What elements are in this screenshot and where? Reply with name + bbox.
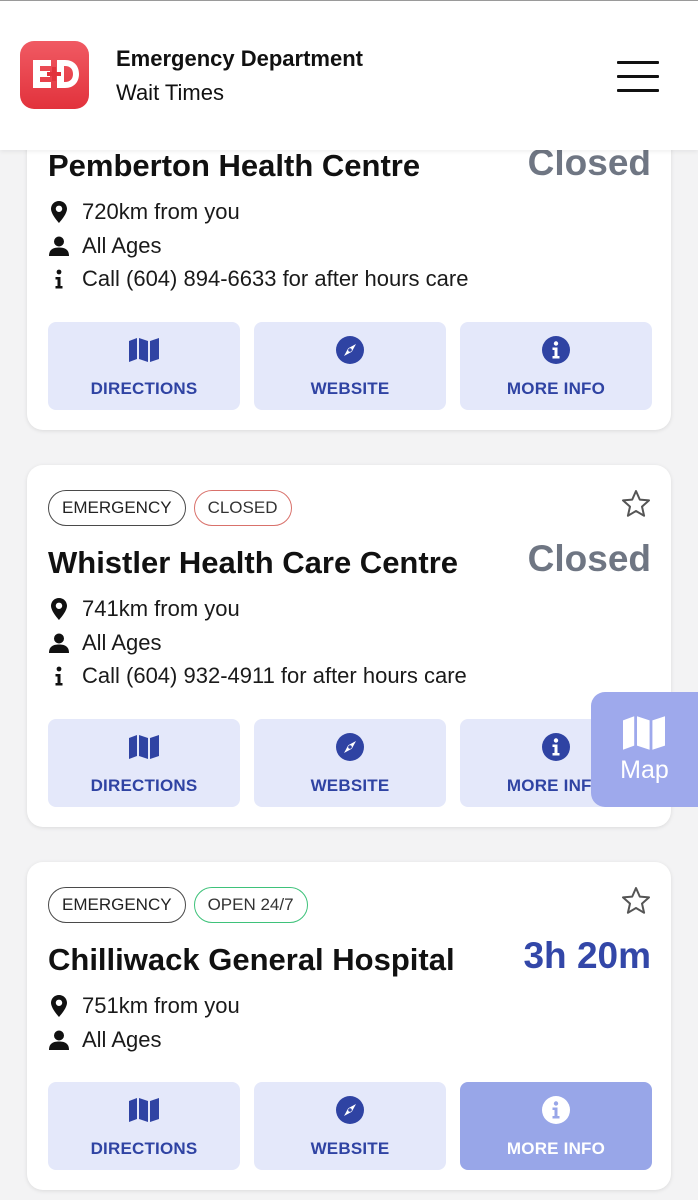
type-badge: EMERGENCY [48, 490, 186, 526]
hamburger-icon [617, 61, 659, 64]
compass-icon [335, 1096, 365, 1124]
website-label: WEBSITE [310, 1139, 390, 1158]
distance-text: 751km from you [82, 993, 240, 1018]
wait-status: Closed [527, 538, 651, 579]
person-icon [48, 1029, 70, 1051]
hospital-name: Chilliwack General Hospital [48, 942, 455, 977]
card-actions: DIRECTIONS WEBSITE MORE INFO [48, 719, 652, 807]
ages-text: All Ages [82, 233, 162, 258]
type-badge: EMERGENCY [48, 887, 186, 923]
directions-label: DIRECTIONS [90, 1139, 198, 1158]
location-pin-icon [48, 201, 70, 223]
info-letter-icon [48, 268, 70, 290]
map-icon [129, 336, 159, 364]
favorite-button[interactable] [621, 886, 651, 916]
top-border [0, 0, 698, 1]
info-circle-icon [541, 733, 571, 761]
hospital-card: EMERGENCY CLOSED Whistler Health Care Ce… [27, 465, 671, 827]
ages-row: All Ages [48, 232, 162, 260]
more-info-label: MORE INFO [506, 379, 606, 398]
website-button[interactable]: WEBSITE [254, 719, 446, 807]
info-letter-icon [48, 665, 70, 687]
status-badge: OPEN 24/7 [193, 887, 308, 923]
app-logo [20, 41, 89, 109]
hospital-name: Pemberton Health Centre [48, 148, 421, 183]
map-icon [623, 716, 665, 755]
directions-label: DIRECTIONS [90, 379, 198, 398]
website-button[interactable]: WEBSITE [254, 1082, 446, 1170]
more-info-button[interactable]: MORE INFO [460, 322, 652, 410]
website-label: WEBSITE [310, 379, 390, 398]
menu-button[interactable] [610, 57, 666, 97]
app-subtitle: Wait Times [116, 80, 224, 105]
ages-text: All Ages [82, 630, 162, 655]
directions-button[interactable]: DIRECTIONS [48, 322, 240, 410]
distance-row: 751km from you [48, 992, 240, 1020]
badge-group: EMERGENCY OPEN 24/7 [48, 887, 308, 923]
more-info-label: MORE INFO [506, 1139, 606, 1158]
app-title: Emergency Department [116, 46, 363, 71]
directions-button[interactable]: DIRECTIONS [48, 719, 240, 807]
location-pin-icon [48, 995, 70, 1017]
more-info-button[interactable]: MORE INFO [460, 1082, 652, 1170]
info-circle-icon [541, 1096, 571, 1124]
note-row: Call (604) 894-6633 for after hours care [48, 265, 468, 293]
ages-row: All Ages [48, 629, 162, 657]
star-outline-icon [622, 887, 650, 914]
website-button[interactable]: WEBSITE [254, 322, 446, 410]
directions-label: DIRECTIONS [90, 776, 198, 795]
map-icon [129, 1096, 159, 1124]
map-icon [129, 733, 159, 761]
status-badge: CLOSED [193, 490, 292, 526]
ages-row: All Ages [48, 1026, 162, 1054]
hospital-card: Pemberton Health Centre Closed 720km fro… [27, 110, 671, 430]
directions-button[interactable]: DIRECTIONS [48, 1082, 240, 1170]
person-icon [48, 235, 70, 257]
person-icon [48, 632, 70, 654]
app-header: Emergency Department Wait Times [0, 1, 698, 150]
map-view-button[interactable]: Map [591, 692, 698, 807]
distance-row: 741km from you [48, 595, 240, 623]
distance-text: 741km from you [82, 596, 240, 621]
card-actions: DIRECTIONS WEBSITE MORE INFO [48, 1082, 652, 1170]
distance-text: 720km from you [82, 199, 240, 224]
compass-icon [335, 733, 365, 761]
hospital-card: EMERGENCY OPEN 24/7 Chilliwack General H… [27, 862, 671, 1190]
favorite-button[interactable] [621, 489, 651, 519]
map-button-label: Map [620, 756, 669, 784]
ed-logo-icon [33, 60, 79, 88]
wait-time: 3h 20m [523, 935, 651, 976]
location-pin-icon [48, 598, 70, 620]
after-hours-note: Call (604) 894-6633 for after hours care [82, 266, 469, 291]
note-row: Call (604) 932-4911 for after hours care [48, 662, 467, 690]
compass-icon [335, 336, 365, 364]
hospital-name: Whistler Health Care Centre [48, 545, 458, 580]
after-hours-note: Call (604) 932-4911 for after hours care [82, 663, 467, 688]
star-outline-icon [622, 490, 650, 517]
ages-text: All Ages [82, 1027, 162, 1052]
info-circle-icon [541, 336, 571, 364]
distance-row: 720km from you [48, 198, 240, 226]
website-label: WEBSITE [310, 776, 390, 795]
card-actions: DIRECTIONS WEBSITE MORE INFO [48, 322, 652, 410]
badge-group: EMERGENCY CLOSED [48, 490, 292, 526]
